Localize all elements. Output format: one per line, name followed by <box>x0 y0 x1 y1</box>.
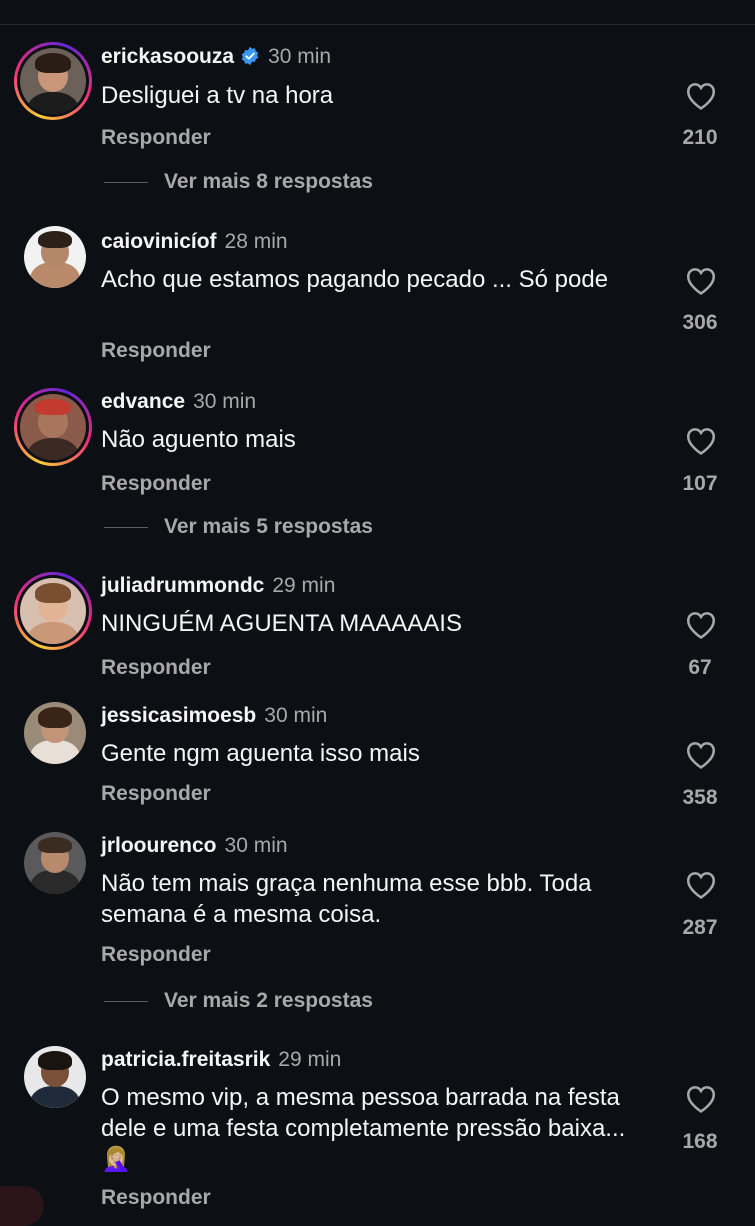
like-count: 107 <box>682 472 718 495</box>
avatar <box>20 578 86 644</box>
view-more-replies[interactable]: Ver mais 2 respostas <box>104 989 373 1013</box>
reply-button[interactable]: Responder <box>101 782 211 806</box>
reply-button[interactable]: Responder <box>101 472 211 496</box>
heart-outline-icon[interactable] <box>684 738 718 770</box>
comment-username[interactable]: patricia.freitasrik 29 min <box>101 1048 341 1072</box>
verified-badge-icon <box>241 46 259 66</box>
avatar-story-ring[interactable] <box>14 388 92 466</box>
comment-text: O mesmo vip, a mesma pessoa barrada na f… <box>101 1084 626 1173</box>
view-more-replies[interactable]: Ver mais 5 respostas <box>104 515 373 539</box>
avatar <box>20 394 86 460</box>
reply-button[interactable]: Responder <box>101 1186 211 1210</box>
comment-timestamp: 30 min <box>264 704 328 727</box>
heart-outline-icon[interactable] <box>684 424 718 456</box>
partial-overlay-button[interactable] <box>0 1186 44 1226</box>
replies-divider <box>104 181 148 183</box>
avatar-story-ring[interactable] <box>14 42 92 120</box>
heart-outline-icon[interactable] <box>684 1082 718 1114</box>
comment-text: NINGUÉM AGUENTA MAAAAAIS <box>101 610 462 637</box>
comment-text: Gente ngm aguenta isso mais <box>101 740 420 767</box>
like-count: 67 <box>688 656 712 679</box>
like-count: 306 <box>682 311 718 334</box>
comment-username[interactable]: jrloourenco 30 min <box>101 834 288 858</box>
reply-button[interactable]: Responder <box>101 656 211 680</box>
comment-username[interactable]: erickasoouza 30 min <box>101 45 331 69</box>
heart-outline-icon[interactable] <box>684 868 718 900</box>
reply-button[interactable]: Responder <box>101 339 211 363</box>
like-count: 287 <box>682 916 718 939</box>
comment-timestamp: 28 min <box>224 230 288 253</box>
comment-timestamp: 30 min <box>268 45 332 68</box>
comment-timestamp: 29 min <box>278 1048 342 1071</box>
reply-button[interactable]: Responder <box>101 126 211 150</box>
comment-text: Não tem mais graça nenhuma esse bbb. Tod… <box>101 870 592 928</box>
view-more-replies[interactable]: Ver mais 8 respostas <box>104 170 373 194</box>
comment-text: Não aguento mais <box>101 426 296 453</box>
like-count: 358 <box>682 786 718 809</box>
avatar[interactable] <box>24 1046 86 1108</box>
replies-divider <box>104 526 148 528</box>
comment-timestamp: 30 min <box>224 834 288 857</box>
comment-username[interactable]: edvance 30 min <box>101 390 256 414</box>
comment-text: Acho que estamos pagando pecado ... Só p… <box>101 266 609 293</box>
comment-timestamp: 30 min <box>193 390 257 413</box>
comment-username[interactable]: jessicasimoesb 30 min <box>101 704 327 728</box>
like-count: 210 <box>682 126 718 149</box>
like-count: 168 <box>682 1130 718 1153</box>
avatar[interactable] <box>24 832 86 894</box>
heart-outline-icon[interactable] <box>684 79 718 111</box>
comment-username[interactable]: caiovinicíof 28 min <box>101 230 288 254</box>
heart-outline-icon[interactable] <box>684 264 718 296</box>
avatar[interactable] <box>24 702 86 764</box>
replies-divider <box>104 1000 148 1002</box>
comment-text: Desliguei a tv na hora <box>101 82 334 109</box>
comment-username[interactable]: juliadrummondc 29 min <box>101 574 335 598</box>
avatar-story-ring[interactable] <box>14 572 92 650</box>
heart-outline-icon[interactable] <box>684 608 718 640</box>
comment-timestamp: 29 min <box>272 574 336 597</box>
avatar[interactable] <box>24 226 86 288</box>
avatar <box>20 48 86 114</box>
top-divider <box>0 24 755 25</box>
reply-button[interactable]: Responder <box>101 943 211 967</box>
